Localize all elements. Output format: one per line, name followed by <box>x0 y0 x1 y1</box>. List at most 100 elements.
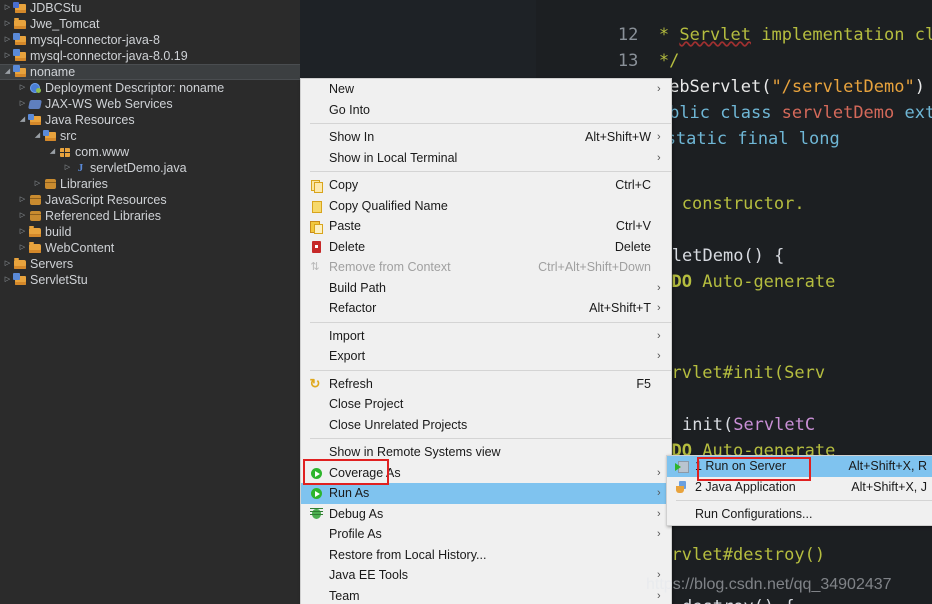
chevron-right-icon[interactable]: ▷ <box>17 224 28 240</box>
folder-icon <box>13 17 28 31</box>
folder-icon <box>13 257 28 271</box>
submenu-item-2-java-application[interactable]: 2 Java ApplicationAlt+Shift+X, J <box>667 477 932 498</box>
chevron-down-icon[interactable]: ◢ <box>47 144 58 160</box>
java-project-icon <box>13 65 28 79</box>
menu-item-export[interactable]: Export› <box>301 346 671 367</box>
chevron-right-icon[interactable]: ▷ <box>62 160 73 176</box>
menu-item-close-project[interactable]: Close Project <box>301 394 671 415</box>
submenu-item-run-configurations[interactable]: Run Configurations... <box>667 504 932 525</box>
menu-item-debug-as[interactable]: Debug As› <box>301 504 671 525</box>
chevron-right-icon[interactable]: ▷ <box>2 272 13 288</box>
tree-item-build[interactable]: ▷build <box>0 224 300 240</box>
menu-item-run-as[interactable]: Run As› <box>301 483 671 504</box>
code-text: Auto-generate <box>692 272 835 292</box>
menu-separator <box>310 438 671 439</box>
menu-item-no-icon <box>301 346 329 367</box>
menu-item-copy[interactable]: CopyCtrl+C <box>301 175 671 196</box>
menu-item-team[interactable]: Team› <box>301 586 671 604</box>
package-explorer-panel[interactable]: ▷JDBCStu▷Jwe_Tomcat▷mysql-connector-java… <box>0 0 300 604</box>
tree-item-jax-ws-web-services[interactable]: ▷JAX-WS Web Services <box>0 96 300 112</box>
menu-item-close-unrelated-projects[interactable]: Close Unrelated Projects <box>301 415 671 436</box>
tree-item-webcontent[interactable]: ▷WebContent <box>0 240 300 256</box>
code-text: destroy() { <box>682 597 795 604</box>
tree-item-libraries[interactable]: ▷ Libraries <box>0 176 300 192</box>
tree-item-label: com.www <box>73 144 129 160</box>
menu-item-java-ee-tools[interactable]: Java EE Tools› <box>301 565 671 586</box>
menu-item-paste[interactable]: PasteCtrl+V <box>301 216 671 237</box>
menu-item-label: Team <box>329 586 651 604</box>
tree-item-src[interactable]: ◢ src <box>0 128 300 144</box>
copy-qualified-name-icon <box>301 196 329 217</box>
submenu-item-1-run-on-server[interactable]: 1 Run on ServerAlt+Shift+X, R <box>667 456 932 477</box>
menu-item-no-icon <box>301 298 329 319</box>
menu-item-show-in-remote-systems-view[interactable]: Show in Remote Systems view <box>301 442 671 463</box>
chevron-right-icon[interactable]: ▷ <box>17 192 28 208</box>
menu-item-refresh[interactable]: ↻RefreshF5 <box>301 374 671 395</box>
run-on-server-icon <box>667 456 695 477</box>
menu-item-new[interactable]: New› <box>301 79 671 100</box>
tree-item-java-resources[interactable]: ◢Java Resources <box>0 112 300 128</box>
menu-item-go-into[interactable]: Go Into <box>301 100 671 121</box>
menu-item-label: Show In <box>329 127 585 148</box>
chevron-right-icon[interactable]: ▷ <box>17 208 28 224</box>
menu-item-copy-qualified-name[interactable]: Copy Qualified Name <box>301 196 671 217</box>
menu-item-restore-from-local-history[interactable]: Restore from Local History... <box>301 545 671 566</box>
menu-item-build-path[interactable]: Build Path› <box>301 278 671 299</box>
menu-item-coverage-as[interactable]: Coverage As› <box>301 463 671 484</box>
tree-item-servers[interactable]: ▷Servers <box>0 256 300 272</box>
chevron-right-icon[interactable]: ▷ <box>17 80 28 96</box>
tree-item-com-www[interactable]: ◢ com.www <box>0 144 300 160</box>
tree-item-javascript-resources[interactable]: ▷ JavaScript Resources <box>0 192 300 208</box>
chevron-right-icon[interactable]: ▷ <box>2 256 13 272</box>
chevron-down-icon[interactable]: ◢ <box>32 128 43 144</box>
chevron-right-icon: › <box>657 148 671 169</box>
menu-item-no-icon <box>301 442 329 463</box>
menu-item-delete[interactable]: DeleteDelete <box>301 237 671 258</box>
tree-item-label: Deployment Descriptor: noname <box>43 80 224 96</box>
tree-item-label: src <box>58 128 77 144</box>
tree-item-deployment-descriptor-noname[interactable]: ▷ Deployment Descriptor: noname <box>0 80 300 96</box>
project-tree[interactable]: ▷JDBCStu▷Jwe_Tomcat▷mysql-connector-java… <box>0 0 300 288</box>
menu-item-show-in-local-terminal[interactable]: Show in Local Terminal› <box>301 148 671 169</box>
globe-icon <box>28 81 43 95</box>
tree-item-label: JavaScript Resources <box>43 192 167 208</box>
menu-item-no-icon <box>301 586 329 604</box>
tree-item-label: Libraries <box>58 176 108 192</box>
chevron-right-icon[interactable]: ▷ <box>2 16 13 32</box>
chevron-right-icon: › <box>657 524 671 545</box>
java-application-icon <box>667 477 695 498</box>
chevron-down-icon[interactable]: ◢ <box>17 112 28 128</box>
menu-separator <box>310 171 671 172</box>
tree-item-jdbcstu[interactable]: ▷JDBCStu <box>0 0 300 16</box>
copy-icon <box>301 175 329 196</box>
chevron-right-icon[interactable]: ▷ <box>2 0 13 16</box>
menu-item-label: Profile As <box>329 524 651 545</box>
chevron-right-icon[interactable]: ▷ <box>17 96 28 112</box>
chevron-right-icon[interactable]: ▷ <box>32 176 43 192</box>
tree-item-servletdemo-java[interactable]: ▷JservletDemo.java <box>0 160 300 176</box>
menu-item-profile-as[interactable]: Profile As › <box>301 524 671 545</box>
tree-item-noname[interactable]: ◢noname <box>0 64 300 80</box>
tree-item-referenced-libraries[interactable]: ▷Referenced Libraries <box>0 208 300 224</box>
chevron-down-icon[interactable]: ◢ <box>2 64 13 80</box>
refresh-icon: ↻ <box>301 374 329 395</box>
menu-item-show-in[interactable]: Show InAlt+Shift+W› <box>301 127 671 148</box>
menu-item-import[interactable]: Import› <box>301 326 671 347</box>
menu-item-refactor[interactable]: RefactorAlt+Shift+T› <box>301 298 671 319</box>
library-icon <box>43 177 58 191</box>
tree-item-mysql-connector-java-8[interactable]: ▷mysql-connector-java-8 <box>0 32 300 48</box>
menu-item-remove-from-context[interactable]: ⇅Remove from ContextCtrl+Alt+Shift+Down <box>301 257 671 278</box>
chevron-right-icon[interactable]: ▷ <box>17 240 28 256</box>
chevron-right-icon[interactable]: ▷ <box>2 32 13 48</box>
tree-item-label: servletDemo.java <box>88 160 187 176</box>
tree-item-servletstu[interactable]: ▷ServletStu <box>0 272 300 288</box>
run-as-submenu[interactable]: 1 Run on ServerAlt+Shift+X, R2 Java Appl… <box>666 455 932 526</box>
menu-item-no-icon <box>301 524 329 545</box>
folder-icon <box>28 225 43 239</box>
menu-item-label: Paste <box>329 216 616 237</box>
tree-item-mysql-connector-java-8-0-19[interactable]: ▷mysql-connector-java-8.0.19 <box>0 48 300 64</box>
chevron-right-icon[interactable]: ▷ <box>2 48 13 64</box>
project-context-menu[interactable]: New›Go Into Show InAlt+Shift+W›Show in Lo… <box>300 78 672 604</box>
tree-item-jwe-tomcat[interactable]: ▷Jwe_Tomcat <box>0 16 300 32</box>
delete-icon <box>301 237 329 258</box>
